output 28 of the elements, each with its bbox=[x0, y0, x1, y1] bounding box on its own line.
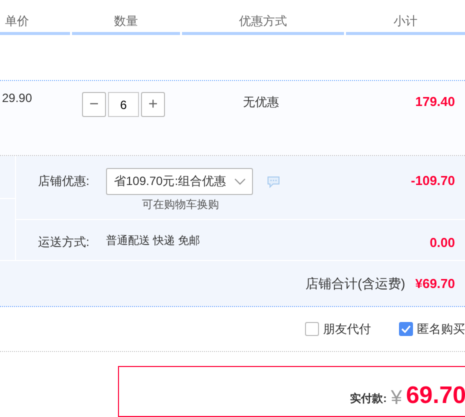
shipping-amount: 0.00 bbox=[430, 234, 455, 250]
increase-button[interactable]: + bbox=[141, 92, 165, 117]
promo-label: 店铺优惠: bbox=[38, 173, 90, 190]
option-label: 朋友代付 bbox=[323, 320, 371, 338]
decrease-button[interactable]: − bbox=[82, 92, 106, 117]
column-header: 小计 bbox=[394, 14, 418, 28]
subtotal: 179.40 bbox=[415, 94, 455, 109]
column-header: 单价 bbox=[5, 14, 29, 28]
payment-label: 实付款: bbox=[350, 392, 387, 407]
payment-amount: 69.70 bbox=[406, 382, 465, 410]
quantity-field[interactable]: 6 bbox=[108, 92, 139, 117]
checkbox[interactable] bbox=[399, 322, 413, 336]
option-label: 匿名购买 bbox=[417, 320, 465, 338]
shipping-method: 普通配送 快递 免邮 bbox=[106, 234, 200, 248]
promo-amount: -109.70 bbox=[410, 172, 455, 188]
column-header: 数量 bbox=[114, 14, 138, 28]
shop-total-amount: ¥69.70 bbox=[415, 276, 455, 291]
shipping-label: 运送方式: bbox=[38, 234, 90, 251]
promo-note: 可在购物车换购 bbox=[142, 198, 219, 212]
chevron-icon bbox=[234, 178, 246, 186]
checkbox[interactable] bbox=[305, 322, 319, 336]
unit-price: 29.90 bbox=[2, 91, 32, 105]
currency-symbol: ¥ bbox=[390, 387, 402, 410]
shop-total-label: 店铺合计(含运费) bbox=[306, 274, 406, 292]
chat-icon[interactable] bbox=[267, 176, 280, 188]
promo-dropdown[interactable]: 省109.70元:组合优惠 bbox=[106, 168, 254, 195]
discount-text: 无优惠 bbox=[243, 95, 279, 109]
column-header: 优惠方式 bbox=[239, 14, 287, 28]
